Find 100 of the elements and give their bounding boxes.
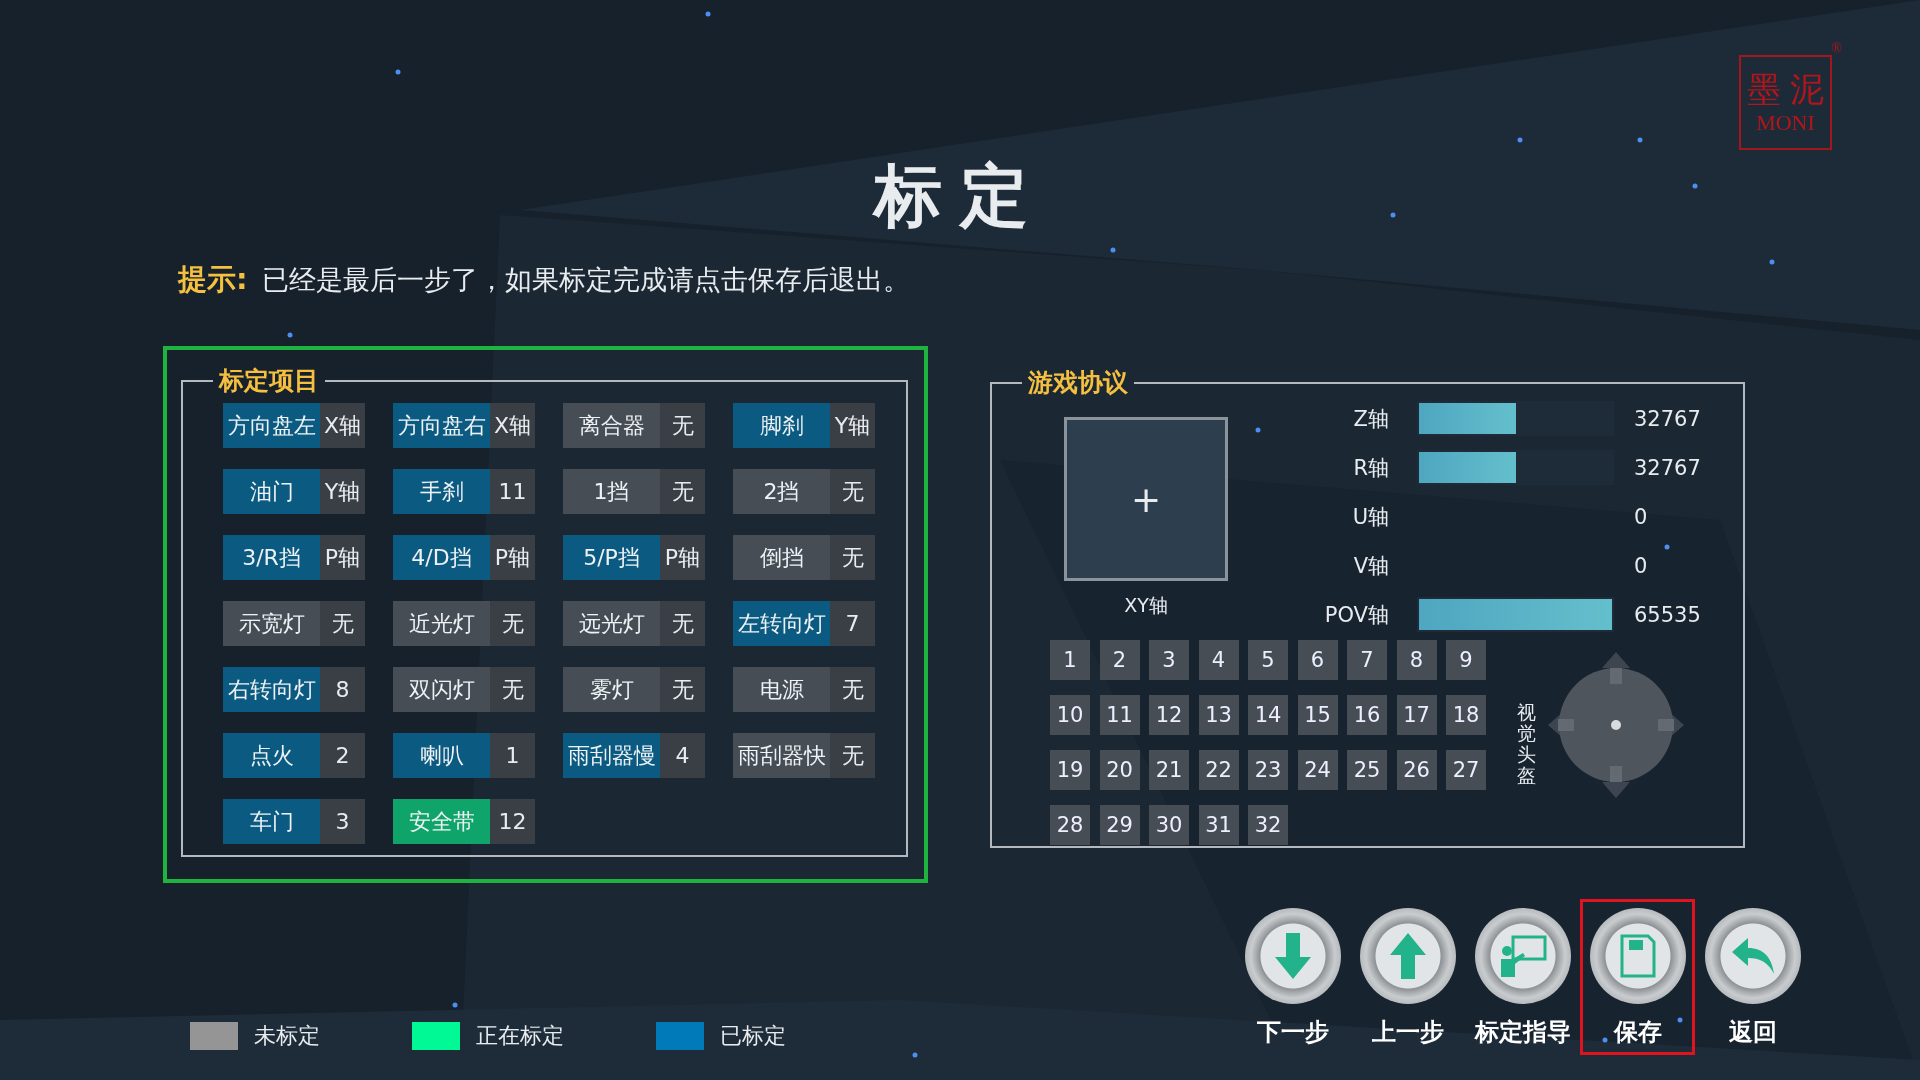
mapping-value: P轴 — [660, 535, 705, 580]
joystick-button[interactable]: 3 — [1149, 640, 1189, 680]
mapping-value: P轴 — [490, 535, 535, 580]
joystick-button[interactable]: 26 — [1396, 750, 1437, 790]
mapping-value: 7 — [830, 601, 875, 646]
calibration-item[interactable]: 车门 — [223, 799, 320, 844]
calibration-item[interactable]: 右转向灯 — [223, 667, 320, 712]
calibration-item[interactable]: 双闪灯 — [393, 667, 490, 712]
button-label[interactable]: 保存 — [1613, 1016, 1662, 1048]
joystick-button[interactable]: 25 — [1347, 750, 1387, 790]
joystick-button[interactable]: 9 — [1446, 640, 1486, 680]
calibration-item[interactable]: 方向盘右 — [393, 403, 490, 448]
mapping-value: 无 — [660, 667, 705, 712]
mapping-value: 2 — [320, 733, 365, 778]
joystick-button[interactable]: 5 — [1248, 640, 1288, 680]
mapping-value: 无 — [830, 733, 875, 778]
calibration-item[interactable]: 雨刮器慢 — [563, 733, 660, 778]
button-label[interactable]: 上一步 — [1371, 1016, 1444, 1048]
calibration-item[interactable]: 脚刹 — [733, 403, 830, 448]
joystick-button[interactable]: 27 — [1446, 750, 1486, 790]
axis-label: U轴 — [1351, 503, 1389, 531]
joystick-button[interactable]: 7 — [1347, 640, 1387, 680]
joystick-button[interactable]: 16 — [1347, 695, 1387, 735]
joystick-button[interactable]: 24 — [1297, 750, 1338, 790]
calibration-item[interactable]: 离合器 — [563, 403, 660, 448]
joystick-button[interactable]: 15 — [1297, 695, 1338, 735]
calibration-item[interactable]: 示宽灯 — [223, 601, 320, 646]
calibration-item[interactable]: 油门 — [223, 469, 320, 514]
down-arrow-icon — [1274, 933, 1311, 979]
calibration-item[interactable]: 雾灯 — [563, 667, 660, 712]
joystick-button[interactable]: 22 — [1198, 750, 1239, 790]
calibration-item[interactable]: 方向盘左 — [223, 403, 320, 448]
mapping-value: X轴 — [490, 403, 535, 448]
joystick-button[interactable]: 29 — [1099, 805, 1140, 845]
joystick-button[interactable]: 21 — [1149, 750, 1189, 790]
joystick-button[interactable]: 23 — [1248, 750, 1288, 790]
calibration-item[interactable]: 3/R挡 — [223, 535, 320, 580]
axis-label: Z轴 — [1352, 405, 1389, 433]
joystick-button[interactable]: 10 — [1050, 695, 1090, 735]
calibration-item[interactable]: 倒挡 — [733, 535, 830, 580]
joystick-button[interactable]: 17 — [1396, 695, 1437, 735]
mapping-value: Y轴 — [830, 403, 875, 448]
mapping-value: 无 — [320, 601, 365, 646]
joystick-button[interactable]: 8 — [1396, 640, 1437, 680]
mapping-value: X轴 — [320, 403, 365, 448]
joystick-button[interactable]: 32 — [1248, 805, 1288, 845]
mapping-value: 1 — [490, 733, 535, 778]
joystick-button[interactable]: 1 — [1050, 640, 1090, 680]
axis-value: 0 — [1634, 504, 1648, 529]
mapping-value: 无 — [660, 469, 705, 514]
axis-value: 32767 — [1634, 455, 1701, 480]
hat-label: 视觉头盔 — [1517, 702, 1536, 788]
calibration-item[interactable]: 1挡 — [563, 469, 660, 514]
joystick-button[interactable]: 19 — [1050, 750, 1090, 790]
calibration-item[interactable]: 左转向灯 — [733, 601, 830, 646]
button-label[interactable]: 下一步 — [1256, 1016, 1329, 1048]
mapping-value: 12 — [490, 799, 535, 844]
mapping-value: P轴 — [320, 535, 365, 580]
axis-value: 0 — [1634, 553, 1648, 578]
registered-mark: ® — [1831, 41, 1842, 57]
calibration-item[interactable]: 2挡 — [733, 469, 830, 514]
mapping-value: 无 — [830, 535, 875, 580]
calibration-item[interactable]: 点火 — [223, 733, 320, 778]
mapping-value: 无 — [830, 667, 875, 712]
calibration-item[interactable]: 雨刮器快 — [733, 733, 830, 778]
xy-pad: + — [1064, 417, 1228, 581]
calibration-item[interactable]: 4/D挡 — [393, 535, 490, 580]
calibration-item[interactable]: 5/P挡 — [563, 535, 660, 580]
panel-title: 游戏协议 — [1027, 367, 1129, 399]
joystick-button[interactable]: 30 — [1149, 805, 1189, 845]
axis-label: XY轴 — [1124, 593, 1168, 618]
button-label[interactable]: 标定指导 — [1474, 1016, 1571, 1048]
calibration-item[interactable]: 手刹 — [393, 469, 490, 514]
calibration-item[interactable]: 电源 — [733, 667, 830, 712]
joystick-button[interactable]: 2 — [1099, 640, 1140, 680]
mapping-value: 无 — [830, 469, 875, 514]
joystick-button[interactable]: 31 — [1198, 805, 1239, 845]
panel-title: 标定项目 — [217, 365, 320, 397]
mapping-value: 无 — [660, 403, 705, 448]
axis-label: V轴 — [1352, 552, 1389, 580]
joystick-button[interactable]: 18 — [1446, 695, 1486, 735]
joystick-button[interactable]: 13 — [1198, 695, 1239, 735]
button-label[interactable]: 返回 — [1728, 1016, 1777, 1048]
joystick-button[interactable]: 4 — [1198, 640, 1239, 680]
joystick-button[interactable]: 14 — [1248, 695, 1288, 735]
axis-value: 32767 — [1634, 406, 1701, 431]
mapping-value: 11 — [490, 469, 535, 514]
calibration-item[interactable]: 远光灯 — [563, 601, 660, 646]
joystick-button[interactable]: 28 — [1050, 805, 1090, 845]
legend-label: 正在标定 — [476, 1022, 564, 1050]
hint-text: 已经是最后一步了，如果标定完成请点击保存后退出。 — [261, 263, 910, 297]
joystick-button[interactable]: 6 — [1297, 640, 1338, 680]
logo-text: 墨 泥 — [1747, 69, 1824, 110]
calibration-item[interactable]: 喇叭 — [393, 733, 490, 778]
joystick-button[interactable]: 12 — [1149, 695, 1189, 735]
mapping-value: 无 — [660, 601, 705, 646]
joystick-button[interactable]: 20 — [1099, 750, 1140, 790]
calibration-item[interactable]: 近光灯 — [393, 601, 490, 646]
mapping-value: 4 — [660, 733, 705, 778]
joystick-button[interactable]: 11 — [1099, 695, 1140, 735]
